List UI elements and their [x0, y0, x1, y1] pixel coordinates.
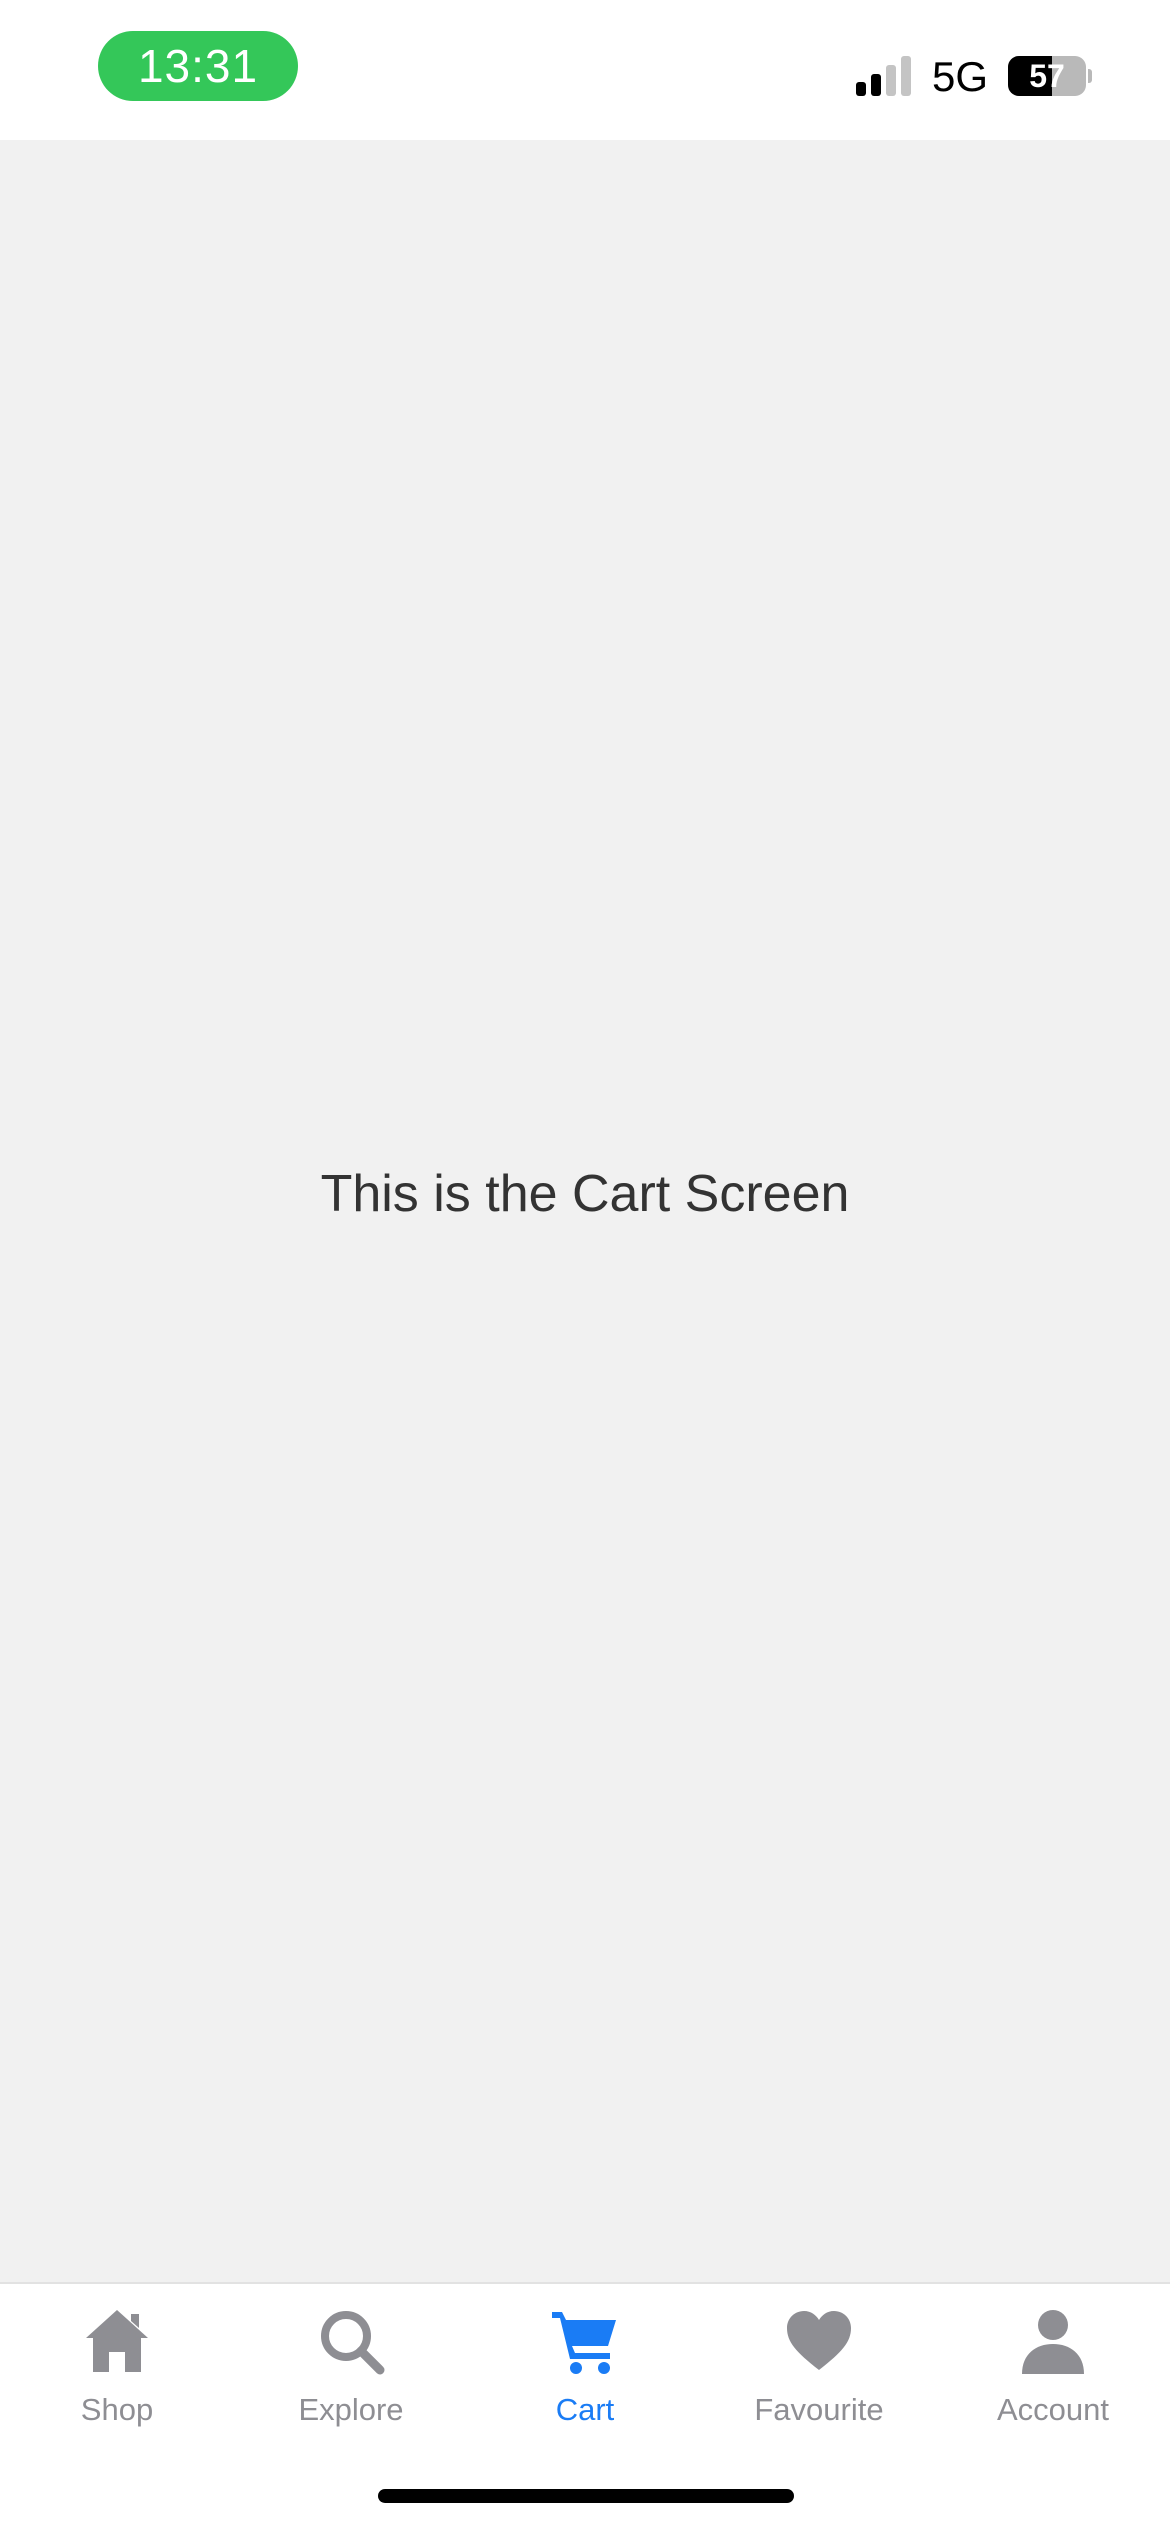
- app-screen: 13:31 5G 57 This is the Cart Screen Shop: [0, 0, 1170, 2532]
- battery-body: 57: [1008, 56, 1086, 96]
- tab-favourite[interactable]: Favourite: [702, 2284, 936, 2444]
- cart-icon: [552, 2312, 616, 2374]
- home-indicator[interactable]: [378, 2489, 794, 2503]
- tab-account[interactable]: Account: [936, 2284, 1170, 2444]
- tab-label: Favourite: [754, 2392, 884, 2427]
- battery-icon: 57: [1008, 56, 1092, 96]
- battery-percent: 57: [1029, 58, 1065, 94]
- tab-label: Shop: [80, 2392, 154, 2427]
- battery-cap: [1088, 69, 1092, 83]
- tab-label: Cart: [555, 2392, 615, 2427]
- home-icon: [86, 2310, 148, 2372]
- network-type: 5G: [932, 53, 989, 100]
- tab-label: Account: [996, 2392, 1109, 2427]
- search-icon: [321, 2311, 385, 2375]
- status-time[interactable]: 13:31: [98, 31, 298, 101]
- person-icon: [1022, 2310, 1084, 2374]
- status-bar: 13:31 5G 57: [0, 0, 1170, 140]
- tab-label: Explore: [298, 2392, 404, 2427]
- cellular-signal-icon: [856, 56, 911, 96]
- heart-icon: [787, 2311, 851, 2370]
- tab-shop[interactable]: Shop: [0, 2284, 234, 2444]
- cart-screen-content: This is the Cart Screen: [0, 140, 1170, 2282]
- screen-message: This is the Cart Screen: [320, 1165, 850, 1223]
- tab-explore[interactable]: Explore: [234, 2284, 468, 2444]
- tab-cart[interactable]: Cart: [468, 2284, 702, 2444]
